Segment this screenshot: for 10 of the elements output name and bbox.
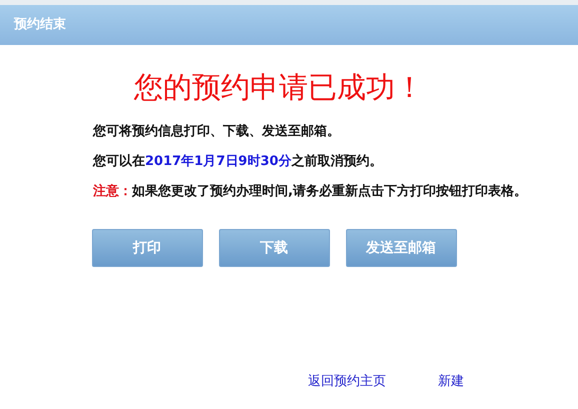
action-button[interactable]: 打印 [92,229,202,267]
action-button[interactable]: 下载 [218,229,330,267]
notice-text: 您可以在2017年1月7日9时30分之前取消预约。 [92,152,384,171]
success-headline: 您的预约申请已成功！ [134,69,424,106]
notice-text: 您可将预约信息打印、下载、发送至邮箱。 [92,123,341,141]
action-button[interactable]: 发送至邮箱 [346,229,456,267]
nav-link[interactable]: 新建 [438,372,528,391]
window-title: 预约结束 [14,16,66,34]
notice-text: 注意：如果您更改了预约办理时间,请务必重新点击下方打印按钮打印表格。 [92,182,528,201]
nav-link[interactable]: 返回预约主页 [308,372,398,391]
